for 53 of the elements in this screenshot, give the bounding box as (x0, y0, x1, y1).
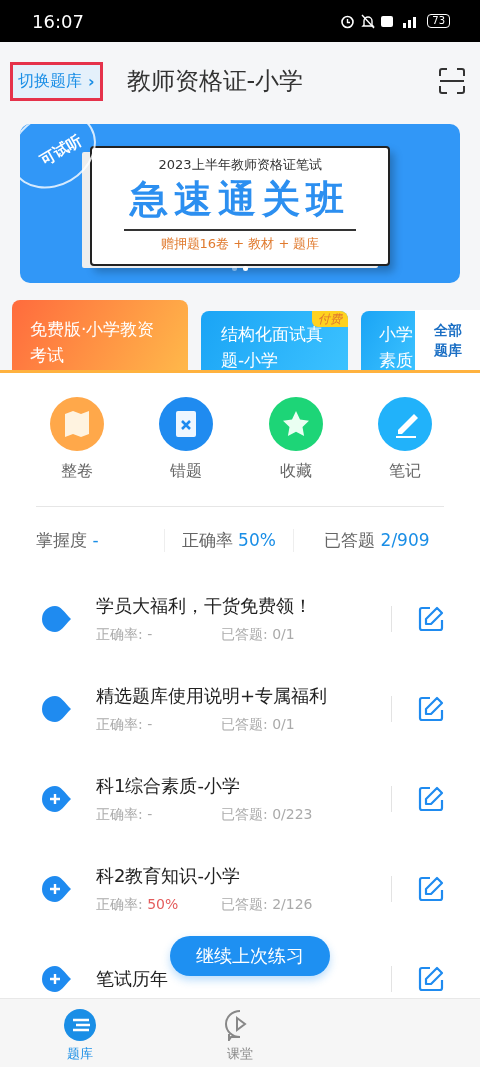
tool-button[interactable]: 收藏 (255, 396, 336, 483)
status-time: 16:07 (32, 10, 84, 32)
carousel-dot[interactable] (232, 266, 237, 271)
edit-icon[interactable] (418, 876, 444, 902)
banner-subtitle: 2023上半年教师资格证笔试 (158, 156, 322, 174)
banner-headline: 急速通关班 (124, 174, 356, 231)
answered-count: 已答题: 0/1 (221, 626, 295, 644)
expand-icon[interactable] (42, 876, 72, 902)
map-icon (49, 397, 104, 451)
stat-text: 正确率 50% (163, 529, 293, 552)
tool-button[interactable]: 笔记 (365, 396, 446, 483)
chapter-title[interactable]: 科1综合素质-小学 (96, 774, 240, 798)
chapter-title[interactable]: 学员大福利，干货免费领！ (96, 594, 312, 618)
edit-icon[interactable] (418, 966, 444, 992)
banner-offer: 赠押题16卷 + 教材 + 题库 (160, 235, 320, 253)
accuracy-text: 正确率: 50% (96, 896, 180, 914)
nav-tab[interactable]: 课堂 (160, 999, 320, 1067)
carousel-dot[interactable] (243, 266, 248, 271)
wrong-note-icon (159, 397, 214, 451)
edit-icon[interactable] (418, 606, 444, 632)
expand-icon[interactable] (42, 966, 72, 992)
tool-button[interactable]: 整卷 (36, 396, 117, 483)
accuracy-text: 正确率: - (96, 716, 154, 734)
accuracy-text: 正确率: - (96, 806, 154, 824)
chapter-title[interactable]: 科2教育知识-小学 (96, 864, 240, 888)
stat-text: 已答题 2/909 (292, 529, 460, 552)
answered-count: 已答题: 2/126 (221, 896, 313, 914)
expand-icon[interactable] (42, 786, 72, 812)
pencil-icon (378, 397, 433, 451)
chapter-title[interactable]: 笔试历年 (96, 967, 168, 991)
page-title: 教师资格证-小学 (126, 66, 305, 97)
nav-tab[interactable]: 题库 (0, 999, 160, 1067)
course-banner[interactable]: 可试听 2023上半年教师资格证笔试 急速通关班 赠押题16卷 + 教材 + 题库 (20, 124, 460, 283)
edit-icon[interactable] (418, 786, 444, 812)
course-title: 免费版·小学教资考试 (30, 318, 156, 367)
scan-icon[interactable] (438, 67, 466, 95)
course-title: 结构化面试真题-小学 (221, 324, 323, 370)
paid-tag: 付费 (312, 311, 348, 327)
switch-bank-button[interactable]: 切换题库 › (10, 61, 103, 101)
edit-icon[interactable] (418, 696, 444, 722)
bell-off-icon (361, 13, 376, 29)
battery-level: 73 (427, 14, 450, 28)
chapter-title[interactable]: 精选题库使用说明+专属福利 (96, 684, 328, 708)
tool-button[interactable]: 错题 (146, 396, 227, 483)
course-title: 小学素质 (379, 323, 414, 370)
stat-text: 掌握度 - (36, 529, 100, 552)
answered-count: 已答题: 0/223 (221, 806, 313, 824)
continue-practice-button[interactable]: 继续上次练习 (170, 936, 330, 976)
alarm-icon (340, 13, 356, 29)
answered-count: 已答题: 0/1 (221, 716, 295, 734)
accuracy-text: 正确率: - (96, 626, 154, 644)
all-banks-button[interactable]: 全部题库 (415, 310, 480, 370)
list-icon (64, 1009, 96, 1041)
